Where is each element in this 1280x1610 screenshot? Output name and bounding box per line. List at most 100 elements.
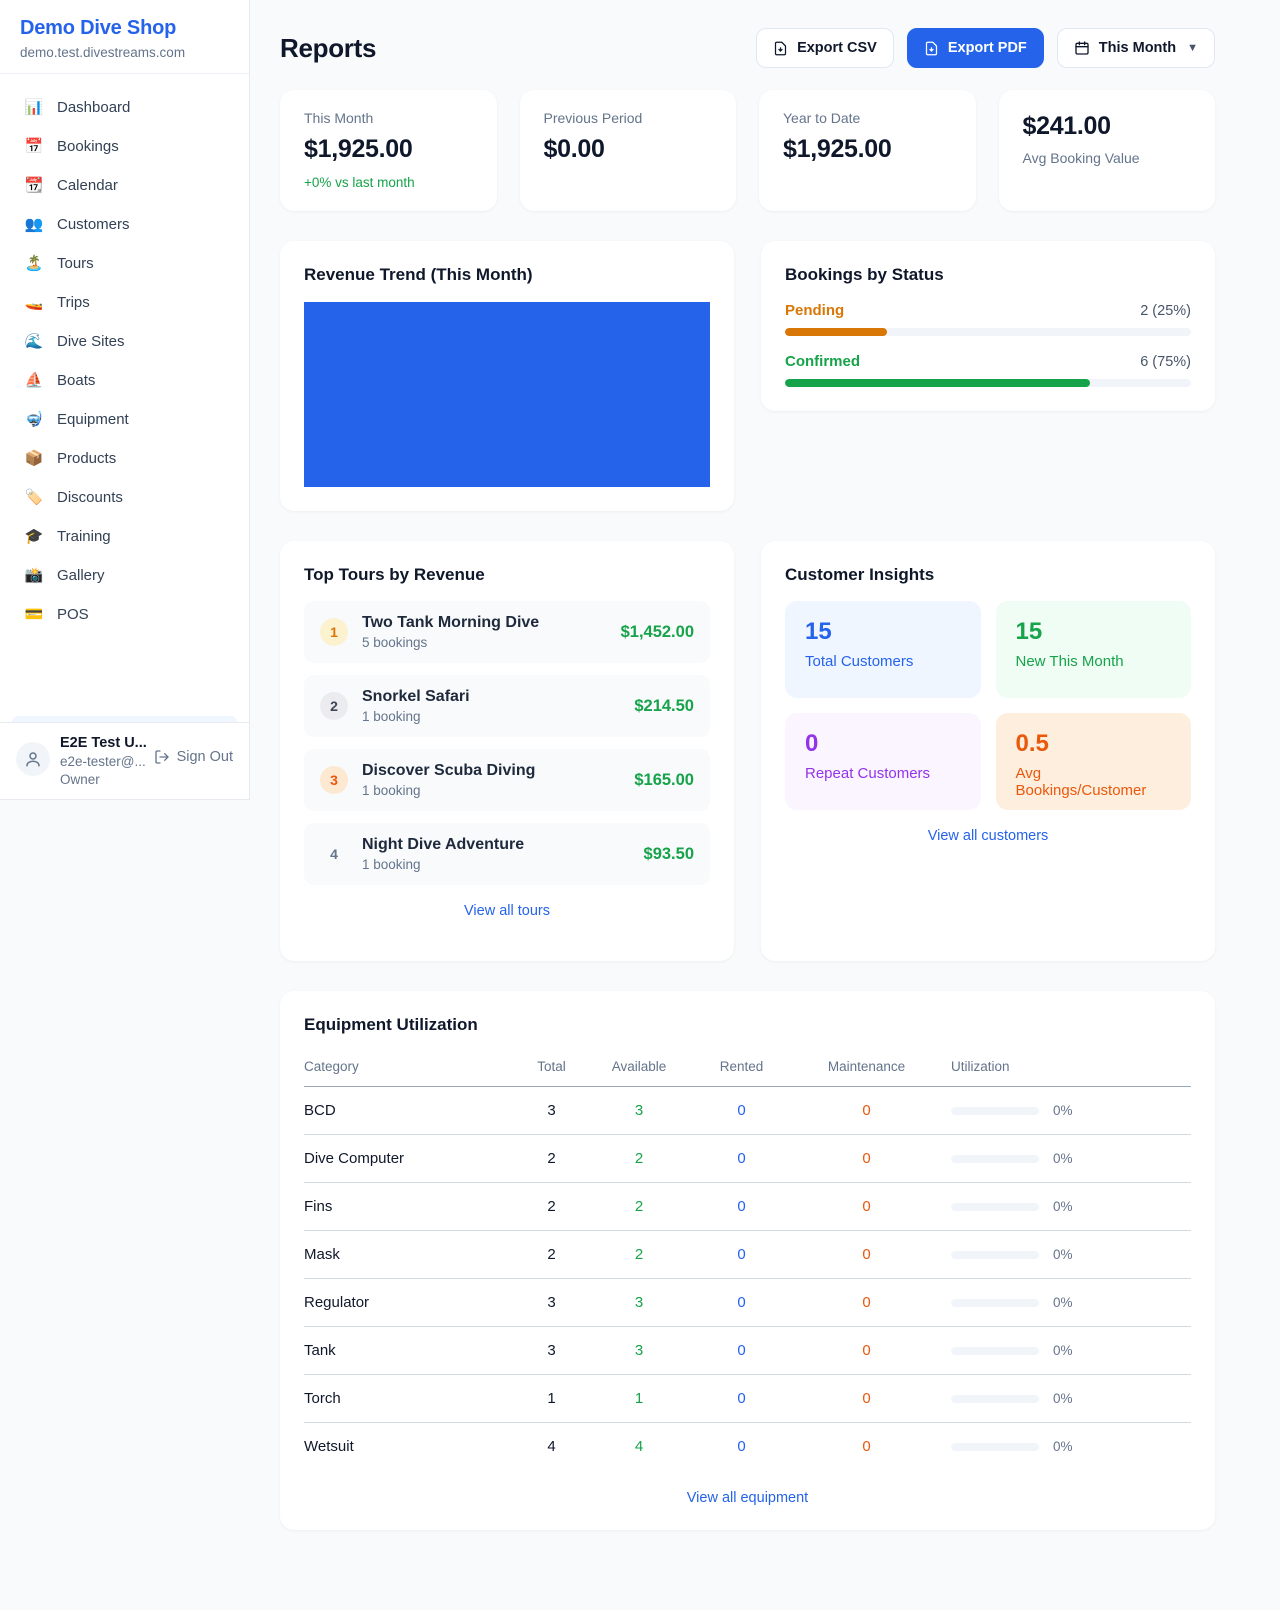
utilization-bar: [951, 1107, 1039, 1115]
period-label: This Month: [1099, 40, 1176, 56]
export-pdf-button[interactable]: Export PDF: [907, 28, 1044, 68]
sidebar-item-bookings[interactable]: 📅 Bookings: [12, 127, 237, 165]
cell-rented: 0: [679, 1327, 804, 1375]
sidebar-item-dive-sites[interactable]: 🌊Dive Sites: [12, 322, 237, 360]
sidebar-item-label: POS: [57, 606, 89, 623]
calendar-date-icon: 📅: [24, 137, 44, 155]
cell-maintenance: 0: [804, 1087, 929, 1135]
cell-maintenance: 0: [804, 1423, 929, 1471]
sidebar-item-boats[interactable]: ⛵Boats: [12, 361, 237, 399]
cell-available: 2: [599, 1231, 679, 1279]
stat-card: Year to Date$1,925.00: [759, 90, 976, 211]
cell-category: Mask: [304, 1231, 504, 1279]
tour-info: Two Tank Morning Dive 5 bookings: [362, 614, 607, 650]
tour-revenue: $214.50: [634, 697, 694, 716]
tour-revenue: $93.50: [644, 845, 694, 864]
stat-label: This Month: [304, 110, 473, 126]
sign-out-button[interactable]: Sign Out: [154, 749, 233, 765]
cell-category: Fins: [304, 1183, 504, 1231]
tour-name: Two Tank Morning Dive: [362, 614, 607, 632]
sidebar-item-label: Bookings: [57, 138, 119, 155]
export-csv-button[interactable]: Export CSV: [756, 28, 894, 68]
cell-rented: 0: [679, 1231, 804, 1279]
cell-utilization: 0%: [929, 1327, 1191, 1375]
stat-value: $0.00: [544, 135, 713, 164]
cell-total: 1: [504, 1375, 599, 1423]
speedboat-icon: 🚤: [24, 293, 44, 311]
diving-mask-icon: 🤿: [24, 410, 44, 428]
sidebar-item-label: Boats: [57, 372, 95, 389]
user-email: e2e-tester@...: [60, 754, 144, 769]
export-pdf-label: Export PDF: [948, 40, 1027, 56]
people-icon: 👥: [24, 215, 44, 233]
stat-value: $1,925.00: [304, 135, 473, 164]
status-progress-track: [785, 328, 1191, 336]
sidebar-item-tours[interactable]: 🏝️Tours: [12, 244, 237, 282]
equipment-utilization-card: Equipment Utilization Category Total Ava…: [280, 991, 1215, 1530]
cell-available: 1: [599, 1375, 679, 1423]
tour-bookings: 5 bookings: [362, 635, 607, 650]
sidebar-item-label: Dashboard: [57, 99, 130, 116]
sidebar-item-dashboard[interactable]: 📊Dashboard: [12, 88, 237, 126]
sidebar-item-equipment[interactable]: 🤿Equipment: [12, 400, 237, 438]
cell-rented: 0: [679, 1135, 804, 1183]
utilization-percent: 0%: [1053, 1247, 1073, 1262]
cell-category: Dive Computer: [304, 1135, 504, 1183]
camera-icon: 📸: [24, 566, 44, 584]
status-head: Confirmed6 (75%): [785, 353, 1191, 370]
period-dropdown[interactable]: This Month ▼: [1057, 28, 1215, 68]
cell-category: Wetsuit: [304, 1423, 504, 1471]
utilization-bar: [951, 1395, 1039, 1403]
view-all-equipment-link[interactable]: View all equipment: [304, 1490, 1191, 1506]
insight-value: 15: [805, 618, 961, 646]
insight-box-new-this-month: 15New This Month: [996, 601, 1192, 698]
sidebar-item-calendar[interactable]: 📆Calendar: [12, 166, 237, 204]
utilization-wrap: 0%: [951, 1439, 1191, 1454]
sidebar-item-gallery[interactable]: 📸Gallery: [12, 556, 237, 594]
view-all-tours-link[interactable]: View all tours: [304, 903, 710, 919]
calendar-icon: [1074, 40, 1090, 56]
cell-category: Torch: [304, 1375, 504, 1423]
cell-rented: 0: [679, 1183, 804, 1231]
tour-list-item: 4Night Dive Adventure1 booking$93.50: [304, 823, 710, 885]
cell-available: 4: [599, 1423, 679, 1471]
status-count: 6 (75%): [1140, 354, 1191, 370]
table-row: Wetsuit44000%: [304, 1423, 1191, 1471]
top-tours-title: Top Tours by Revenue: [304, 565, 710, 585]
view-all-customers-link[interactable]: View all customers: [785, 828, 1191, 844]
status-row-pending: Pending2 (25%): [785, 302, 1191, 336]
credit-card-icon: 💳: [24, 605, 44, 623]
file-download-icon: [924, 41, 939, 56]
insights-row: Top Tours by Revenue 1Two Tank Morning D…: [280, 541, 1215, 961]
sidebar-item-label: Tours: [57, 255, 94, 272]
rank-badge: 2: [320, 692, 348, 720]
sidebar-item-label: Products: [57, 450, 116, 467]
utilization-percent: 0%: [1053, 1391, 1073, 1406]
sidebar-item-trips[interactable]: 🚤Trips: [12, 283, 237, 321]
page-header: Reports Export CSV Export PDF: [280, 28, 1215, 68]
charts-row: Revenue Trend (This Month) Bookings by S…: [280, 241, 1215, 511]
tag-icon: 🏷️: [24, 488, 44, 506]
cell-available: 2: [599, 1135, 679, 1183]
sidebar-item-products[interactable]: 📦Products: [12, 439, 237, 477]
sidebar-item-training[interactable]: 🎓Training: [12, 517, 237, 555]
cell-maintenance: 0: [804, 1279, 929, 1327]
sidebar-item-customers[interactable]: 👥Customers: [12, 205, 237, 243]
sidebar-item-pos[interactable]: 💳 POS: [12, 595, 237, 633]
utilization-bar: [951, 1347, 1039, 1355]
utilization-bar: [951, 1203, 1039, 1211]
sidebar-item-discounts[interactable]: 🏷️Discounts: [12, 478, 237, 516]
tour-list-item: 1Two Tank Morning Dive5 bookings$1,452.0…: [304, 601, 710, 663]
stat-card: This Month$1,925.00+0% vs last month: [280, 90, 497, 211]
tour-name: Snorkel Safari: [362, 688, 620, 706]
equipment-table-header: Category Total Available Rented Maintena…: [304, 1049, 1191, 1087]
header-actions: Export CSV Export PDF This Month ▼: [756, 28, 1215, 68]
cell-maintenance: 0: [804, 1375, 929, 1423]
utilization-wrap: 0%: [951, 1295, 1191, 1310]
tour-info: Discover Scuba Diving1 booking: [362, 762, 620, 798]
tour-revenue: $165.00: [634, 771, 694, 790]
col-rented: Rented: [679, 1049, 804, 1087]
tear-off-calendar-icon: 📆: [24, 176, 44, 194]
status-rows: Pending2 (25%) Confirmed6 (75%): [785, 302, 1191, 387]
main-content: Reports Export CSV Export PDF: [250, 0, 1280, 1570]
